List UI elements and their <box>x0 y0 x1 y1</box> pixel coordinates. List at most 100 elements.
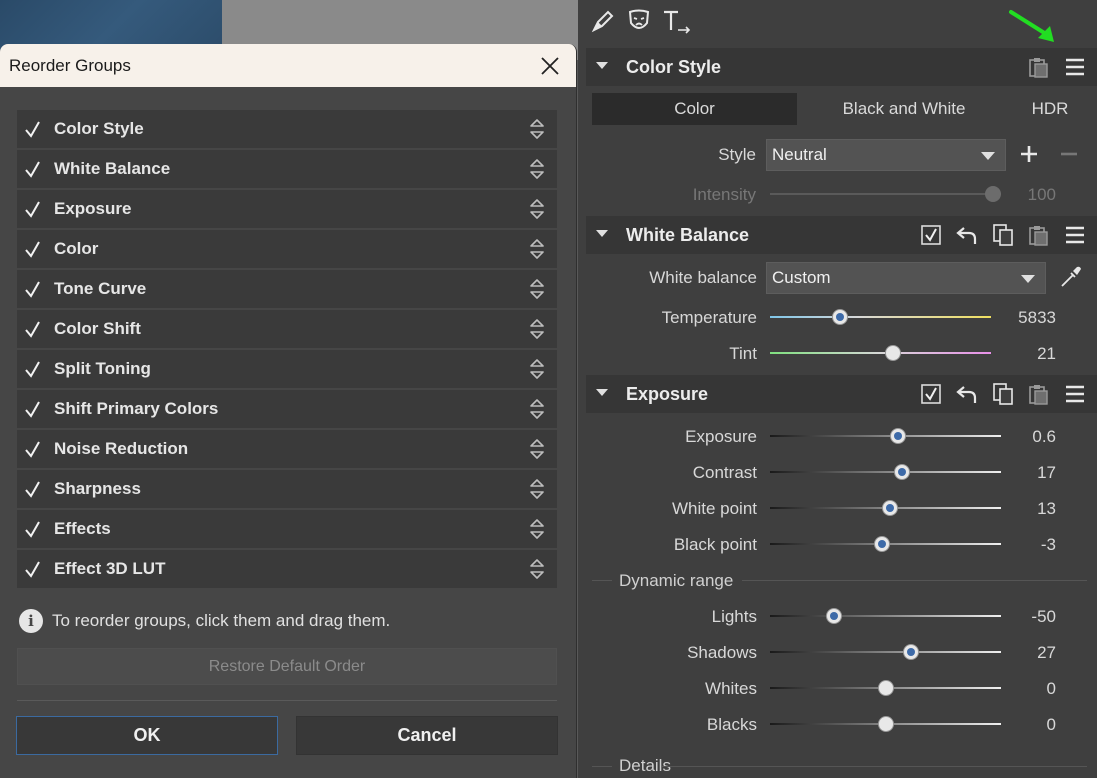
checkbox[interactable] <box>22 278 44 300</box>
drag-handle-icon[interactable] <box>530 118 544 140</box>
menu-icon[interactable] <box>1063 382 1087 406</box>
intensity-slider[interactable] <box>770 185 1001 203</box>
group-label: White Balance <box>54 159 171 178</box>
checkbox[interactable] <box>22 118 44 140</box>
slider[interactable] <box>770 427 1001 445</box>
slider-label: Shadows <box>687 643 757 662</box>
style-dropdown[interactable]: Neutral <box>766 139 1006 171</box>
slider[interactable] <box>770 535 1001 553</box>
checkbox[interactable] <box>22 238 44 260</box>
checkbox[interactable] <box>22 438 44 460</box>
slider-label: Blacks <box>706 715 757 734</box>
drag-handle-icon[interactable] <box>530 198 544 220</box>
add-style-icon[interactable] <box>1020 145 1038 163</box>
drag-handle-icon[interactable] <box>530 438 544 460</box>
group-row[interactable]: Sharpness <box>17 470 557 508</box>
checkbox[interactable] <box>22 478 44 500</box>
reset-icon[interactable] <box>955 382 979 406</box>
checkmark-icon <box>25 281 40 298</box>
slider[interactable] <box>770 715 1001 733</box>
group-row[interactable]: Tone Curve <box>17 270 557 308</box>
paste-settings-icon[interactable] <box>1027 223 1051 247</box>
checkmark-icon <box>25 521 40 538</box>
reset-icon[interactable] <box>955 223 979 247</box>
tab-hdr[interactable]: HDR <box>1011 93 1089 125</box>
reorder-groups-dialog: Reorder Groups Color Style White Balance E… <box>0 44 577 778</box>
paste-settings-icon[interactable] <box>1027 382 1051 406</box>
slider[interactable] <box>770 607 1001 625</box>
drag-handle-icon[interactable] <box>530 358 544 380</box>
section-title: Exposure <box>626 383 709 404</box>
close-button[interactable] <box>538 54 562 78</box>
group-row[interactable]: Color Style <box>17 110 557 148</box>
text-tool-icon[interactable] <box>662 8 692 34</box>
white-balance-dropdown[interactable]: Custom <box>766 262 1046 294</box>
collapse-caret-icon[interactable] <box>596 62 608 70</box>
section-title: White Balance <box>626 224 750 245</box>
drag-handle-icon[interactable] <box>530 158 544 180</box>
drag-handle-icon[interactable] <box>530 238 544 260</box>
group-row[interactable]: White Balance <box>17 150 557 188</box>
exposure-header[interactable]: Exposure <box>586 375 1097 413</box>
remove-style-icon[interactable] <box>1060 145 1078 163</box>
checkbox[interactable] <box>22 558 44 580</box>
slider-value: 27 <box>1037 643 1056 662</box>
mask-icon[interactable] <box>626 8 652 34</box>
checkbox[interactable] <box>22 398 44 420</box>
drag-handle-icon[interactable] <box>530 318 544 340</box>
drag-handle-icon[interactable] <box>530 398 544 420</box>
paste-settings-icon[interactable] <box>1027 55 1051 79</box>
group-row[interactable]: Exposure <box>17 190 557 228</box>
dialog-titlebar: Reorder Groups <box>0 44 576 87</box>
drag-handle-icon[interactable] <box>530 518 544 540</box>
slider[interactable] <box>770 499 1001 517</box>
slider-label: Exposure <box>685 427 757 446</box>
white-balance-header[interactable]: White Balance <box>586 216 1097 254</box>
divider <box>592 766 612 767</box>
checkbox[interactable] <box>22 358 44 380</box>
group-row[interactable]: Noise Reduction <box>17 430 557 468</box>
group-label: Tone Curve <box>54 279 147 298</box>
checkbox-icon[interactable] <box>919 223 943 247</box>
slider[interactable] <box>770 643 1001 661</box>
tint-slider[interactable] <box>770 344 991 362</box>
ok-button[interactable]: OK <box>16 716 278 755</box>
tool-bar <box>578 0 1097 44</box>
tab-black-and-white[interactable]: Black and White <box>797 93 1011 125</box>
restore-default-order-button[interactable]: Restore Default Order <box>17 648 557 685</box>
collapse-caret-icon[interactable] <box>596 230 608 238</box>
copy-settings-icon[interactable] <box>991 382 1015 406</box>
checkbox[interactable] <box>22 318 44 340</box>
checkbox-icon[interactable] <box>919 382 943 406</box>
drag-handle-icon[interactable] <box>530 558 544 580</box>
group-row[interactable]: Effect 3D LUT <box>17 550 557 588</box>
chevron-down-icon <box>981 152 995 160</box>
slider[interactable] <box>770 679 1001 697</box>
drag-handle-icon[interactable] <box>530 278 544 300</box>
drag-handle-icon[interactable] <box>530 478 544 500</box>
brush-icon[interactable] <box>590 8 616 34</box>
menu-icon[interactable] <box>1063 223 1087 247</box>
group-row[interactable]: Color Shift <box>17 310 557 348</box>
slider-value: 13 <box>1037 499 1056 518</box>
group-row[interactable]: Effects <box>17 510 557 548</box>
color-style-header[interactable]: Color Style <box>586 48 1097 86</box>
group-row[interactable]: Split Toning <box>17 350 557 388</box>
temperature-slider[interactable] <box>770 308 991 326</box>
group-row[interactable]: Shift Primary Colors <box>17 390 557 428</box>
tab-color[interactable]: Color <box>592 93 797 125</box>
group-label: Split Toning <box>54 359 151 378</box>
slider-value: 0 <box>1046 679 1056 698</box>
checkbox[interactable] <box>22 518 44 540</box>
checkbox[interactable] <box>22 158 44 180</box>
checkbox[interactable] <box>22 198 44 220</box>
info-line: i To reorder groups, click them and drag… <box>19 609 390 633</box>
group-list: Color Style White Balance Exposure Color Ton… <box>17 110 557 590</box>
cancel-button[interactable]: Cancel <box>296 716 558 755</box>
eyedropper-icon[interactable] <box>1058 264 1084 290</box>
slider[interactable] <box>770 463 1001 481</box>
collapse-caret-icon[interactable] <box>596 389 608 397</box>
copy-settings-icon[interactable] <box>991 223 1015 247</box>
group-row[interactable]: Color <box>17 230 557 268</box>
menu-icon[interactable] <box>1063 55 1087 79</box>
